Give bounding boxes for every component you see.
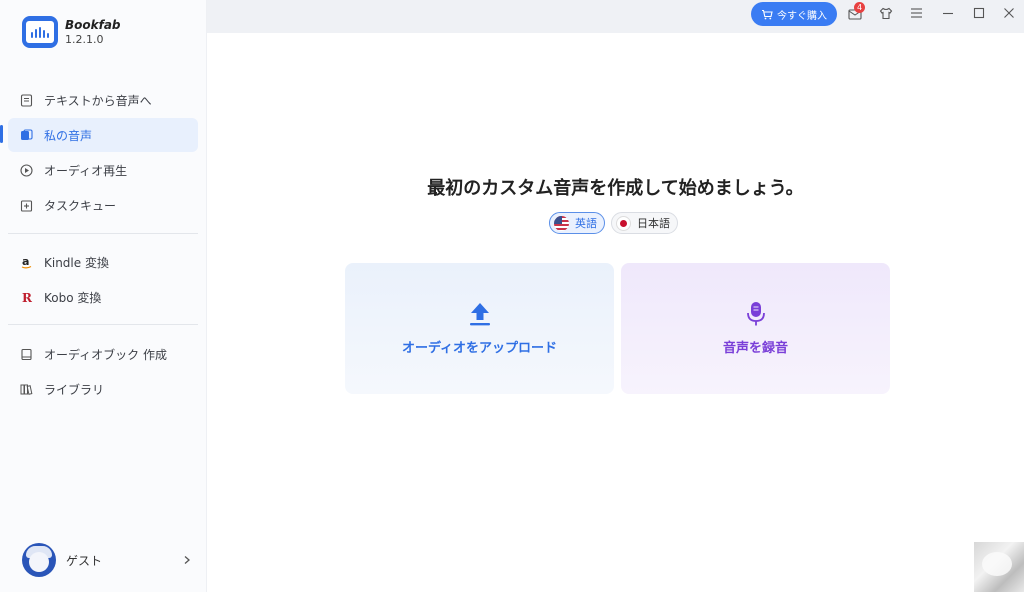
japan-flag-icon	[616, 215, 631, 231]
corner-thumbnail	[974, 542, 1024, 592]
document-icon	[19, 93, 33, 107]
language-selector: 英語 日本語	[549, 212, 684, 234]
language-label: 英語	[575, 217, 597, 230]
library-icon	[19, 382, 33, 396]
sidebar-divider	[8, 324, 198, 325]
user-account[interactable]: ゲスト	[22, 542, 192, 578]
menu-button[interactable]	[908, 5, 924, 21]
audiobook-icon	[19, 347, 33, 361]
language-label: 日本語	[637, 217, 670, 230]
close-button[interactable]	[1001, 5, 1017, 21]
app-logo-icon	[22, 16, 58, 48]
sidebar-divider	[8, 233, 198, 234]
sidebar-item-label: 私の音声	[44, 128, 93, 143]
brand: Bookfab 1.2.1.0	[22, 16, 121, 48]
record-voice-card[interactable]: 音声を録音	[621, 263, 890, 394]
app-name: Bookfab	[65, 17, 121, 32]
title-bar: 今すぐ購入	[207, 0, 1024, 33]
active-indicator	[0, 125, 3, 143]
maximize-icon	[973, 7, 985, 19]
sidebar: Bookfab 1.2.1.0 テキストから音声へ 私の音声 オーディオ再生 タ…	[0, 0, 207, 592]
sidebar-item-audio-playback[interactable]: オーディオ再生	[8, 153, 198, 187]
user-name: ゲスト	[66, 553, 103, 568]
kindle-icon: a	[19, 255, 33, 269]
cart-icon	[762, 9, 773, 19]
record-voice-label: 音声を録音	[722, 341, 788, 356]
minimize-button[interactable]	[940, 5, 956, 21]
hamburger-menu-icon	[910, 8, 922, 18]
notification-badge: 4	[854, 2, 865, 13]
upload-audio-card[interactable]: オーディオをアップロード	[345, 263, 614, 394]
sidebar-item-label: テキストから音声へ	[44, 93, 152, 108]
sidebar-item-text-to-speech[interactable]: テキストから音声へ	[8, 83, 198, 117]
sidebar-item-audiobook-create[interactable]: オーディオブック 作成	[8, 337, 198, 371]
app-version: 1.2.1.0	[65, 32, 104, 46]
upload-audio-label: オーディオをアップロード	[401, 341, 558, 356]
task-queue-icon	[19, 198, 33, 212]
chevron-right-icon	[184, 556, 190, 564]
buy-now-label: 今すぐ購入	[777, 10, 827, 22]
upload-icon	[467, 301, 493, 327]
shirt-icon	[879, 7, 893, 19]
buy-now-button[interactable]: 今すぐ購入	[751, 2, 837, 26]
sidebar-item-library[interactable]: ライブラリ	[8, 372, 198, 406]
page-title: 最初のカスタム音声を作成して始めましょう。	[427, 178, 804, 199]
svg-text:a: a	[22, 256, 29, 268]
play-circle-icon	[19, 163, 33, 177]
svg-text:R: R	[22, 291, 33, 304]
sidebar-item-label: Kobo 変換	[44, 290, 102, 305]
sidebar-item-label: オーディオブック 作成	[44, 347, 167, 362]
sidebar-item-kindle[interactable]: a Kindle 変換	[8, 245, 198, 279]
microphone-icon	[743, 301, 769, 327]
theme-button[interactable]	[878, 5, 894, 21]
avatar	[22, 543, 56, 577]
sidebar-item-kobo[interactable]: R Kobo 変換	[8, 280, 198, 314]
sidebar-item-label: オーディオ再生	[44, 163, 128, 178]
sidebar-item-my-voices[interactable]: 私の音声	[8, 118, 198, 152]
sidebar-item-task-queue[interactable]: タスクキュー	[8, 188, 198, 222]
us-flag-icon	[554, 215, 569, 231]
kobo-icon: R	[19, 290, 33, 304]
minimize-icon	[943, 12, 953, 15]
sidebar-item-label: Kindle 変換	[44, 255, 109, 270]
maximize-button[interactable]	[971, 5, 987, 21]
voice-library-icon	[19, 128, 33, 142]
sidebar-item-label: タスクキュー	[44, 198, 117, 213]
close-icon	[1004, 8, 1014, 18]
sidebar-item-label: ライブラリ	[44, 382, 105, 397]
language-option-japanese[interactable]: 日本語	[611, 212, 678, 234]
language-option-english[interactable]: 英語	[549, 212, 605, 234]
